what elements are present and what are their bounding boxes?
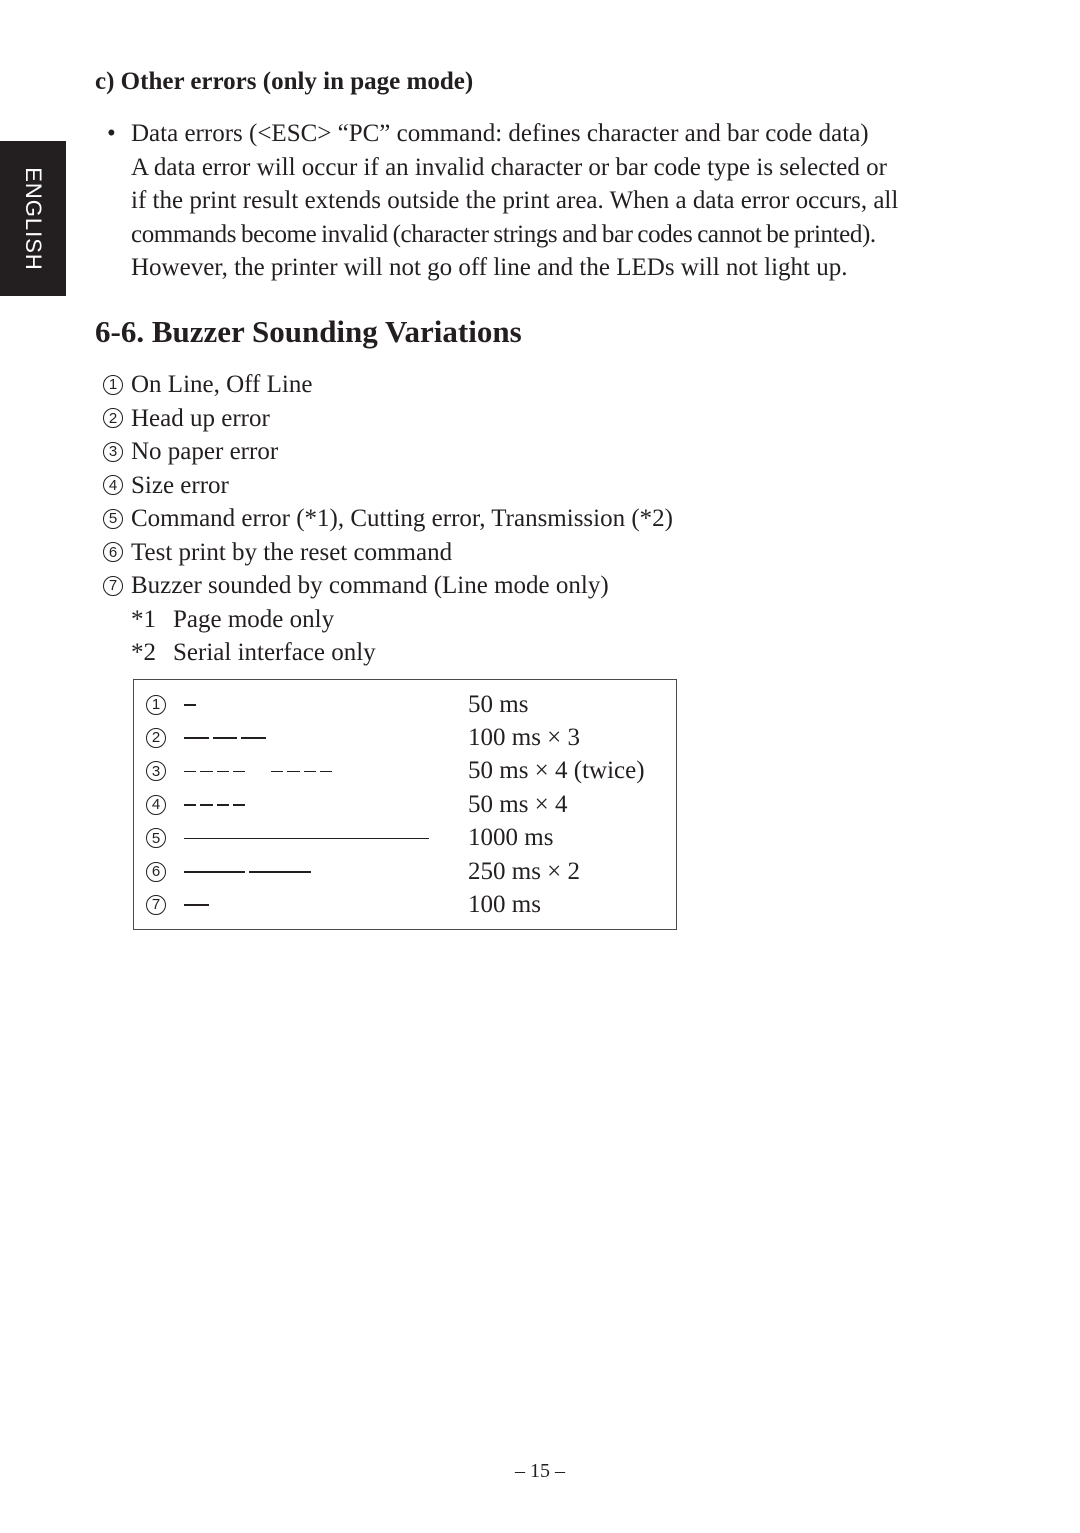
bullet-line: if the print result extends outside the … — [131, 187, 899, 214]
footnote-text: Serial interface only — [173, 639, 376, 666]
beep-segment — [232, 804, 245, 806]
beep-duration: 100 ms × 3 — [468, 723, 581, 751]
bullet-line: Data errors (<ESC> “PC” command: defines… — [131, 120, 869, 147]
bullet-line: However, the printer will not go off lin… — [131, 254, 848, 281]
beep-segment — [287, 770, 300, 773]
bullet-line: commands become invalid (character strin… — [131, 220, 876, 248]
bullet-line: A data error will occur if an invalid ch… — [131, 153, 887, 181]
beep-segment — [216, 804, 229, 806]
beep-duration: 50 ms — [468, 690, 529, 718]
legend-item-text: Test print by the reset command — [131, 538, 453, 566]
legend-item-text: Buzzer sounded by command (Line mode onl… — [131, 572, 609, 599]
footnote-text: Page mode only — [173, 605, 335, 633]
circled-number-icon: 5 — [146, 828, 166, 849]
beep-segment — [271, 770, 284, 773]
footnote: *1 Page mode only — [103, 603, 673, 637]
circled-number-icon: 6 — [103, 542, 123, 563]
beep-duration: 1000 ms — [468, 824, 554, 852]
footnote: *2 Serial interface only — [103, 636, 673, 670]
beep-pattern — [184, 688, 454, 721]
beep-pattern — [184, 855, 454, 888]
beep-segment — [200, 770, 213, 773]
beep-pattern — [184, 822, 454, 855]
section-title: 6-6. Buzzer Sounding Variations — [95, 314, 522, 349]
footnote-mark: *2 — [131, 639, 156, 666]
subsection-heading: c) Other errors (only in page mode) — [95, 68, 474, 95]
pattern-row: 4 50 ms × 4 — [146, 788, 676, 821]
buzzer-legend: 1 On Line, Off Line 2 Head up error 3 No… — [103, 368, 673, 670]
legend-item-text: No paper error — [131, 438, 279, 465]
language-tab-label: ENGLISH — [21, 166, 46, 271]
circled-number-icon: 7 — [103, 575, 123, 596]
legend-item: 2 Head up error — [103, 402, 673, 436]
data-errors-bullet: • Data errors (<ESC> “PC” command: defin… — [107, 117, 1007, 285]
circled-number-icon: 5 — [103, 508, 123, 529]
legend-item-text: On Line, Off Line — [131, 371, 313, 398]
beep-duration: 50 ms × 4 (twice) — [468, 757, 645, 785]
legend-item: 5 Command error (*1), Cutting error, Tra… — [103, 502, 673, 536]
beep-segment — [216, 770, 229, 773]
pattern-row: 5 1000 ms — [146, 822, 676, 855]
circled-number-icon: 2 — [146, 727, 166, 748]
beep-pattern — [184, 721, 454, 754]
legend-item-text: Head up error — [131, 404, 270, 432]
beep-pattern — [184, 888, 454, 921]
beep-segment — [184, 770, 197, 773]
legend-item-text: Size error — [131, 471, 229, 499]
legend-item: 7 Buzzer sounded by command (Line mode o… — [103, 569, 673, 603]
beep-segment — [184, 804, 197, 806]
legend-item: 1 On Line, Off Line — [103, 368, 673, 402]
beep-segment — [184, 871, 246, 873]
legend-item-text: Command error (*1), Cutting error, Trans… — [131, 505, 674, 532]
pattern-row: 3 50 ms × 4 (twice) — [146, 755, 676, 788]
pattern-row: 7 100 ms — [146, 888, 676, 921]
page-number: – 15 – — [515, 1460, 565, 1482]
circled-number-icon: 2 — [103, 408, 123, 429]
bullet-icon: • — [107, 120, 116, 147]
beep-segment — [319, 770, 332, 773]
beep-segment — [249, 871, 311, 873]
buzzer-pattern-table: 1 50 ms 2 100 ms × 3 3 50 ms × 4 (twice) 4 50 m… — [133, 679, 677, 930]
beep-segment — [184, 737, 209, 739]
circled-number-icon: 1 — [146, 694, 166, 715]
legend-item: 6 Test print by the reset command — [103, 536, 673, 570]
footnote-mark: *1 — [131, 605, 156, 633]
beep-segment — [241, 737, 266, 739]
beep-pattern — [184, 788, 454, 821]
beep-segment — [232, 770, 245, 773]
pattern-row: 2 100 ms × 3 — [146, 721, 676, 754]
beep-segment — [184, 704, 197, 706]
circled-number-icon: 4 — [146, 794, 166, 815]
beep-segment — [184, 904, 209, 906]
circled-number-icon: 1 — [103, 374, 123, 395]
beep-segment — [184, 837, 429, 840]
language-tab: ENGLISH — [0, 141, 66, 296]
beep-segment — [212, 737, 237, 739]
circled-number-icon: 4 — [103, 475, 123, 496]
circled-number-icon: 3 — [146, 761, 166, 782]
legend-item: 4 Size error — [103, 469, 673, 503]
pattern-row: 1 50 ms — [146, 688, 676, 721]
beep-duration: 250 ms × 2 — [468, 857, 581, 885]
pattern-row: 6 250 ms × 2 — [146, 855, 676, 888]
beep-duration: 50 ms × 4 — [468, 790, 568, 818]
circled-number-icon: 3 — [103, 441, 123, 462]
beep-pattern — [184, 755, 454, 788]
legend-item: 3 No paper error — [103, 435, 673, 469]
beep-duration: 100 ms — [468, 890, 541, 918]
circled-number-icon: 6 — [146, 861, 166, 882]
circled-number-icon: 7 — [146, 894, 166, 915]
beep-segment — [200, 804, 213, 806]
beep-segment — [303, 770, 316, 773]
